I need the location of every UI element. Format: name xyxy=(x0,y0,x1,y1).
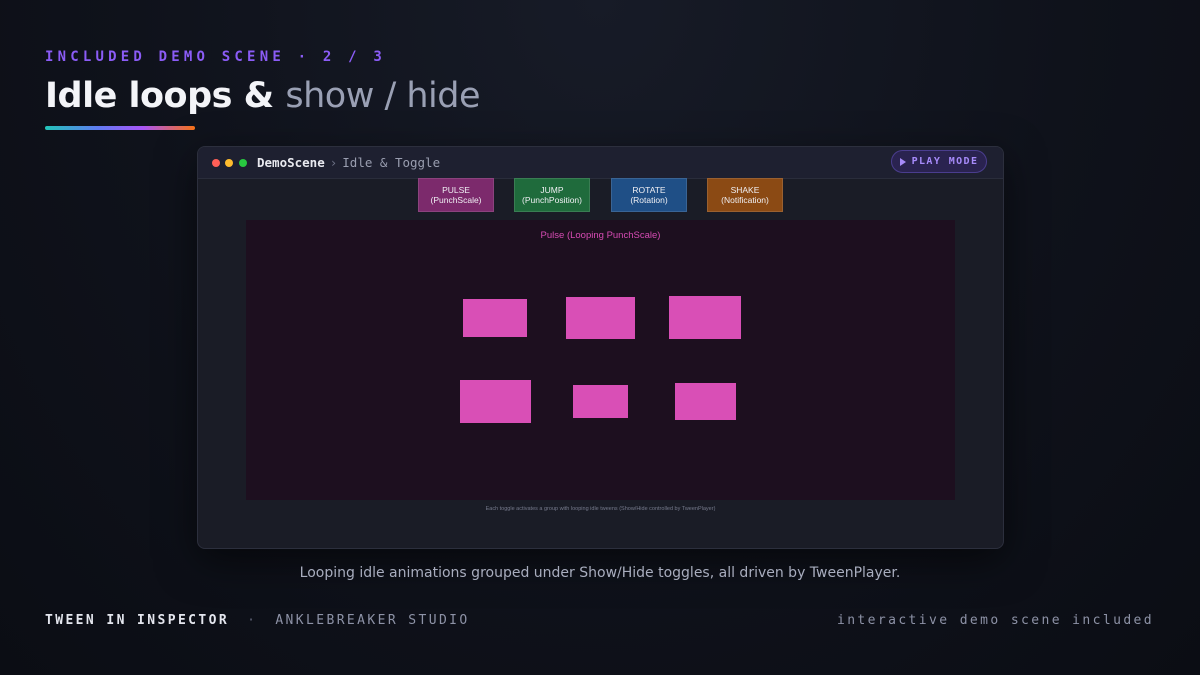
slide-title: Idle loops & show / hide xyxy=(45,73,481,119)
pulse-tile xyxy=(566,297,635,339)
toggle-jump-subtitle: (PunchPosition) xyxy=(521,195,582,205)
demo-scene-window: DemoScene › Idle & Toggle PLAY MODE PULSE … xyxy=(197,146,1004,549)
toggle-pulse-button[interactable]: PULSE (PunchScale) xyxy=(418,178,494,212)
toggle-rotate-button[interactable]: ROTATE (Rotation) xyxy=(611,178,687,212)
pulse-tile xyxy=(460,380,531,423)
toggle-pulse-title: PULSE xyxy=(442,185,470,195)
close-dot-icon[interactable] xyxy=(212,159,220,167)
breadcrumb: DemoScene › Idle & Toggle xyxy=(257,155,440,170)
breadcrumb-sub-scene: Idle & Toggle xyxy=(342,155,441,170)
breadcrumb-separator: › xyxy=(329,155,338,170)
title-bold-part: Idle loops & xyxy=(45,76,274,116)
toggle-pulse-subtitle: (PunchScale) xyxy=(430,195,482,205)
title-accent-bar xyxy=(45,126,195,130)
toggle-shake-title: SHAKE xyxy=(730,185,760,195)
play-mode-label: PLAY MODE xyxy=(911,156,979,167)
section-eyebrow: INCLUDED DEMO SCENE · 2 / 3 xyxy=(45,49,386,65)
scene-viewport: Pulse (Looping PunchScale) xyxy=(246,220,955,500)
play-icon xyxy=(899,157,906,166)
toggle-jump-title: JUMP xyxy=(540,185,564,195)
breadcrumb-scene: DemoScene xyxy=(257,155,325,170)
slide-caption: Looping idle animations grouped under Sh… xyxy=(299,565,901,581)
title-light-part: show / hide xyxy=(285,76,481,116)
window-titlebar: DemoScene › Idle & Toggle PLAY MODE xyxy=(198,147,1003,179)
toggle-rotate-title: ROTATE xyxy=(632,185,666,195)
minimize-dot-icon[interactable] xyxy=(225,159,233,167)
toggle-shake-button[interactable]: SHAKE (Notification) xyxy=(707,178,783,212)
footer-credits: TWEEN IN INSPECTOR · ANKLEBREAKER STUDIO xyxy=(45,613,470,628)
toggle-rotate-subtitle: (Rotation) xyxy=(630,195,668,205)
toggle-jump-button[interactable]: JUMP (PunchPosition) xyxy=(514,178,590,212)
footer-separator: · xyxy=(247,613,258,628)
pulse-tile xyxy=(675,383,736,420)
pulse-tile xyxy=(463,299,527,337)
viewport-title: Pulse (Looping PunchScale) xyxy=(540,230,661,241)
footer-tagline: interactive demo scene included xyxy=(836,613,1154,628)
pulse-tile xyxy=(669,296,741,339)
toggle-help-note: Each toggle activates a group with loopi… xyxy=(485,506,716,512)
maximize-dot-icon[interactable] xyxy=(239,159,247,167)
footer-studio: ANKLEBREAKER STUDIO xyxy=(275,613,470,628)
pulse-tile xyxy=(573,385,628,418)
footer-brand: TWEEN IN INSPECTOR xyxy=(45,613,230,628)
toggle-shake-subtitle: (Notification) xyxy=(721,195,769,205)
play-mode-button[interactable]: PLAY MODE xyxy=(891,150,987,173)
